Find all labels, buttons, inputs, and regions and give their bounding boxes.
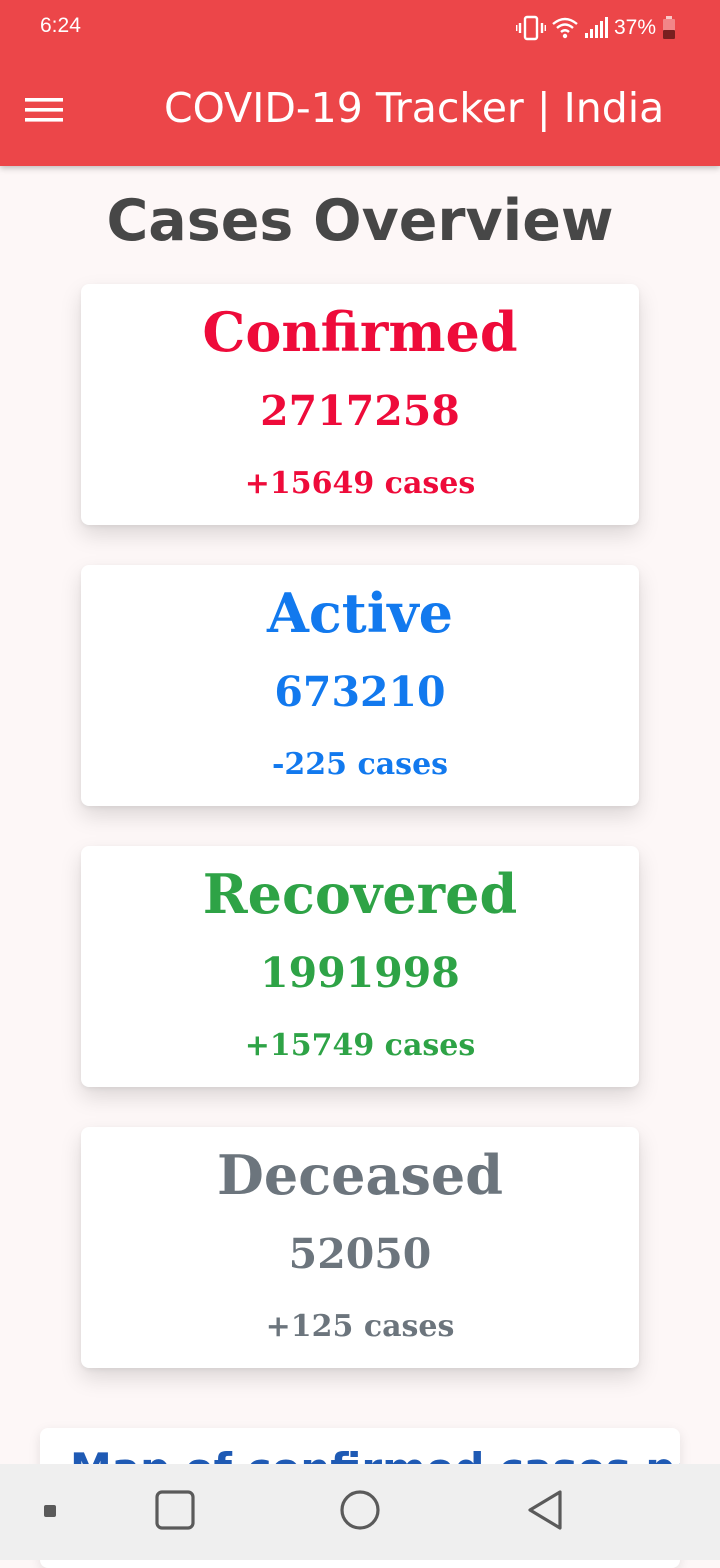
wifi-icon	[552, 16, 578, 40]
confirmed-card: Confirmed 2717258 +15649 cases	[81, 284, 639, 525]
card-value: 52050	[288, 1230, 432, 1278]
app-title: COVID-19 Tracker | India	[164, 84, 665, 132]
battery-percent: 37%	[613, 16, 656, 39]
menu-icon	[43, 1503, 57, 1522]
nav-back-button[interactable]	[515, 1464, 575, 1560]
card-value: 673210	[274, 668, 446, 716]
deceased-card: Deceased 52050 +125 cases	[81, 1127, 639, 1368]
card-delta: +125 cases	[265, 1309, 455, 1344]
active-card: Active 673210 -225 cases	[81, 565, 639, 806]
card-label: Active	[267, 581, 453, 645]
card-label: Deceased	[217, 1143, 503, 1207]
nav-recents-button[interactable]	[145, 1464, 205, 1560]
back-icon	[525, 1488, 565, 1536]
card-label: Confirmed	[202, 300, 518, 364]
battery-icon	[662, 16, 676, 40]
home-icon	[338, 1488, 382, 1536]
card-delta: -225 cases	[271, 747, 449, 782]
hamburger-menu-icon	[25, 96, 63, 128]
status-icons: 37%	[515, 12, 676, 44]
card-value: 2717258	[260, 387, 460, 435]
hamburger-menu-button[interactable]	[18, 86, 70, 138]
card-delta: +15749 cases	[244, 1028, 476, 1063]
status-time: 6:24	[40, 14, 81, 37]
signal-icon	[584, 17, 608, 39]
card-label: Recovered	[202, 862, 518, 926]
app-bar: 6:24 37% COVID-19 Tracker | India	[0, 0, 720, 166]
card-delta: +15649 cases	[244, 466, 476, 501]
card-value: 1991998	[260, 949, 460, 997]
nav-home-button[interactable]	[330, 1464, 390, 1560]
vibrate-icon	[515, 15, 546, 41]
recents-icon	[154, 1489, 196, 1535]
page-title: Cases Overview	[106, 188, 614, 254]
system-nav-bar	[0, 1464, 720, 1560]
nav-menu-button[interactable]	[22, 1464, 78, 1560]
recovered-card: Recovered 1991998 +15749 cases	[81, 846, 639, 1087]
